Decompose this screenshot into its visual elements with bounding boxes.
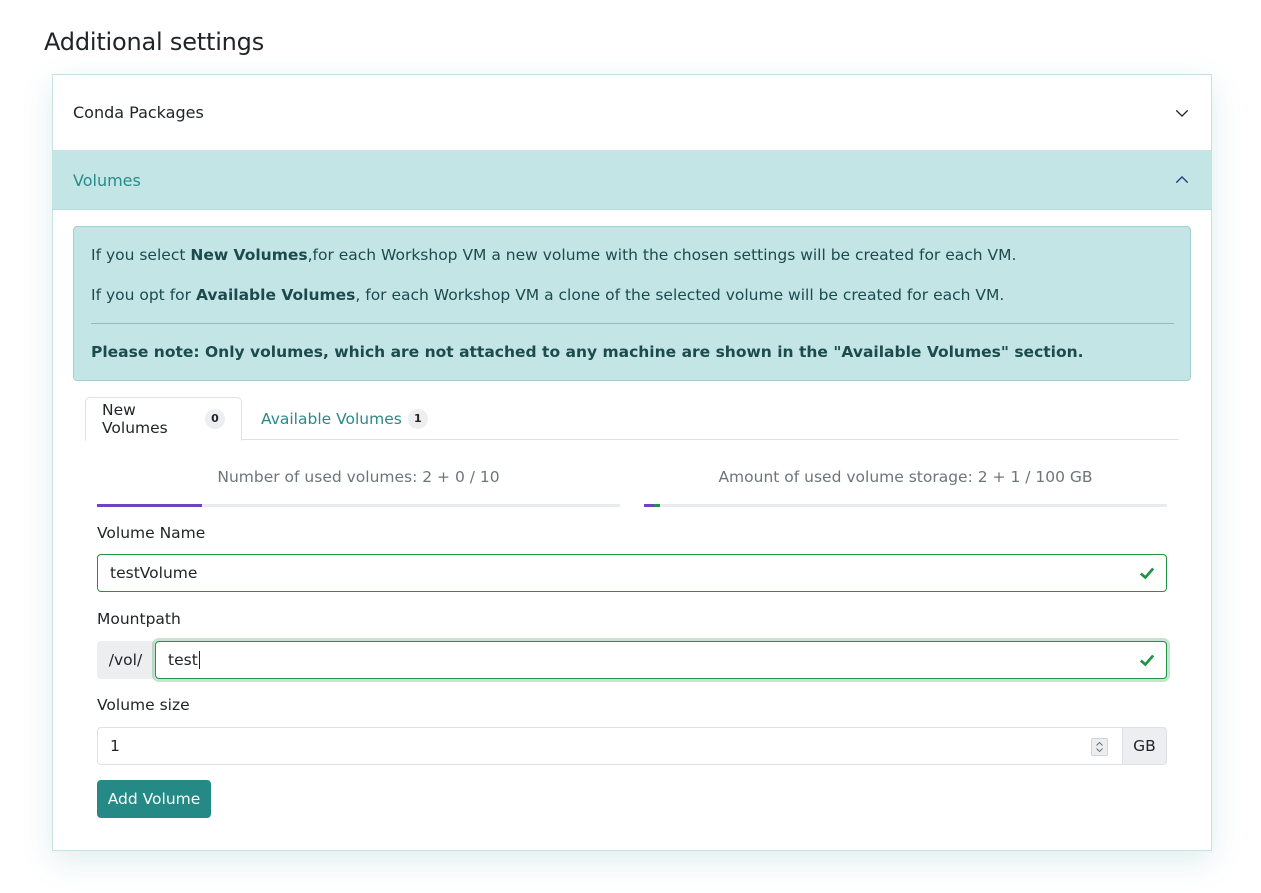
used-volumes-text: Number of used volumes: 2 + 0 / 10: [217, 468, 500, 486]
alert-new-volumes-text: If you select New Volumes,for each Works…: [91, 246, 1017, 264]
check-icon: [1139, 567, 1155, 580]
text-caret: [198, 651, 200, 669]
volume-size-label: Volume size: [97, 696, 190, 714]
tab-new-volumes[interactable]: New Volumes 0: [85, 397, 242, 441]
page-title: Additional settings: [44, 28, 265, 56]
add-volume-button[interactable]: Add Volume: [97, 780, 211, 818]
number-spinner[interactable]: [1091, 738, 1108, 756]
count-badge: 0: [205, 409, 225, 429]
check-icon: [1139, 654, 1155, 667]
alert-note: Please note: Only volumes, which are not…: [91, 343, 1084, 361]
volume-name-input[interactable]: testVolume: [97, 554, 1167, 592]
chevron-down-icon: [1175, 109, 1189, 117]
volume-size-input[interactable]: 1: [97, 727, 1123, 765]
progress-used-segment: [644, 504, 655, 507]
settings-accordion: Conda Packages Volumes If you select New…: [52, 74, 1212, 851]
spinner-arrows-icon: [1096, 741, 1103, 753]
mountpath-input[interactable]: test: [155, 641, 1167, 679]
alert-available-volumes-text: If you opt for Available Volumes, for ea…: [91, 286, 1005, 304]
used-storage-text: Amount of used volume storage: 2 + 1 / 1…: [718, 468, 1093, 486]
count-badge: 1: [407, 408, 428, 429]
used-storage-progress: [644, 504, 1167, 507]
accordion-label: Volumes: [73, 170, 141, 190]
accordion-header-conda-packages[interactable]: Conda Packages: [53, 75, 1211, 151]
volume-size-value: 1: [110, 737, 120, 755]
accordion-label: Conda Packages: [73, 103, 204, 122]
tab-label: New Volumes: [102, 401, 168, 437]
volume-name-label: Volume Name: [97, 524, 206, 542]
mountpath-label: Mountpath: [97, 610, 181, 628]
mountpath-prefix: /vol/: [97, 641, 154, 679]
tab-available-volumes[interactable]: Available Volumes 1: [245, 397, 444, 440]
chevron-up-icon: [1175, 176, 1189, 184]
progress-new-segment: [654, 504, 660, 507]
mountpath-value: test: [168, 651, 198, 669]
accordion-header-volumes[interactable]: Volumes: [53, 151, 1211, 210]
info-alert: If you select New Volumes,for each Works…: [73, 226, 1191, 381]
volume-name-value: testVolume: [110, 564, 198, 582]
used-volumes-progress: [97, 504, 620, 507]
tab-label: Available Volumes: [261, 409, 402, 428]
volume-tabs: New Volumes 0 Available Volumes 1: [85, 397, 1179, 441]
progress-used-segment: [97, 504, 202, 507]
alert-divider: [91, 323, 1174, 324]
volume-size-unit: GB: [1122, 727, 1167, 765]
